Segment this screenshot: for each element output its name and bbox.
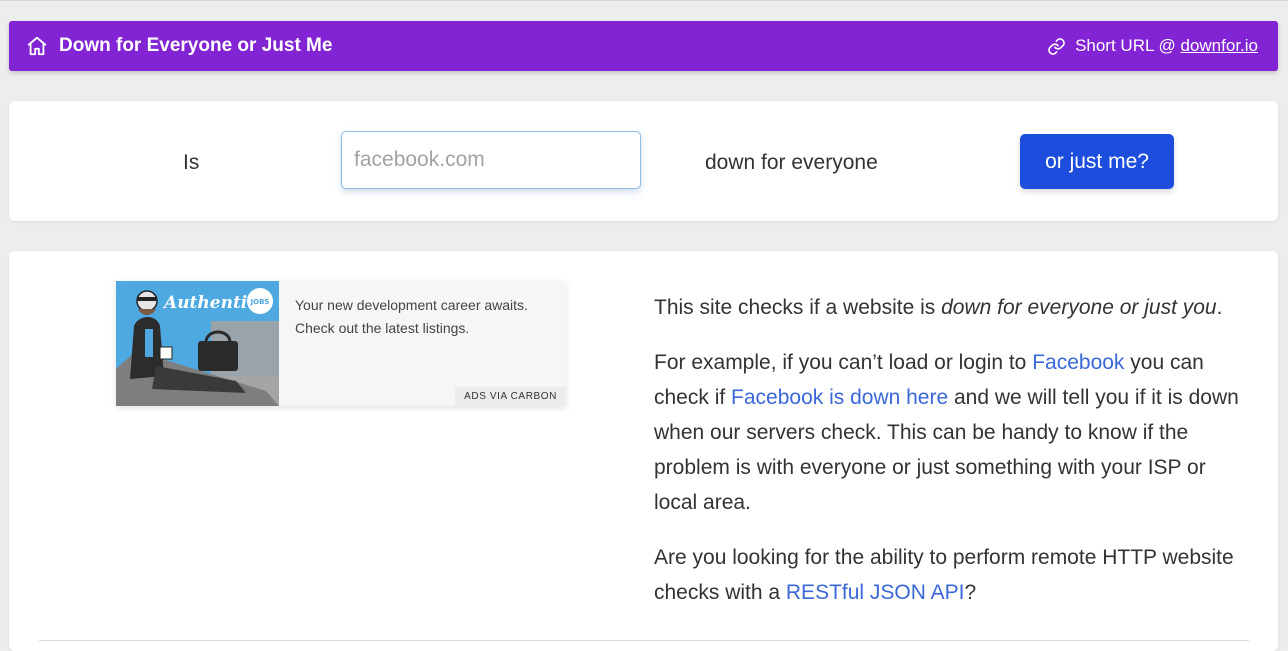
facebook-link[interactable]: Facebook bbox=[1032, 351, 1124, 374]
ad-illustration: Authentic JOBS bbox=[116, 281, 279, 406]
svg-text:JOBS: JOBS bbox=[250, 298, 270, 306]
short-url: Short URL @ downfor.io bbox=[1047, 35, 1258, 57]
svg-text:Authentic: Authentic bbox=[162, 293, 258, 313]
info-paragraph-3: Are you looking for the ability to perfo… bbox=[654, 546, 1234, 604]
info-content: This site checks if a website is down fo… bbox=[654, 290, 1254, 630]
restful-json-api-link[interactable]: RESTful JSON API bbox=[786, 581, 965, 604]
short-url-link[interactable]: downfor.io bbox=[1181, 36, 1259, 55]
emphasis-text: down for everyone or just you bbox=[941, 296, 1217, 319]
ads-via-carbon-badge[interactable]: ADS VIA CARBON bbox=[455, 387, 566, 406]
short-url-label: Short URL @ downfor.io bbox=[1075, 36, 1259, 55]
info-paragraph-1: This site checks if a website is down fo… bbox=[654, 296, 1223, 319]
is-label: Is bbox=[183, 151, 200, 174]
site-title[interactable]: Down for Everyone or Just Me bbox=[59, 35, 332, 57]
home-icon bbox=[27, 36, 47, 56]
carbon-ad[interactable]: Authentic JOBS Your new development care… bbox=[116, 281, 566, 406]
down-for-everyone-label: down for everyone bbox=[705, 151, 878, 174]
section-divider bbox=[39, 640, 1249, 641]
facebook-is-down-link[interactable]: Facebook is down here bbox=[731, 386, 948, 409]
search-card: Is down for everyone or just me? bbox=[9, 101, 1278, 221]
home-link[interactable] bbox=[26, 35, 48, 57]
ad-image[interactable]: Authentic JOBS bbox=[116, 281, 279, 406]
or-just-me-button[interactable]: or just me? bbox=[1020, 134, 1174, 189]
info-paragraph-2: For example, if you can’t load or login … bbox=[654, 351, 1239, 514]
link-icon bbox=[1047, 36, 1067, 56]
info-card: Authentic JOBS Your new development care… bbox=[9, 251, 1278, 651]
top-border bbox=[0, 0, 1288, 1]
website-input[interactable] bbox=[341, 131, 641, 189]
navbar: Down for Everyone or Just Me Short URL @… bbox=[9, 21, 1278, 71]
ad-text[interactable]: Your new development career awaits. Chec… bbox=[295, 294, 560, 340]
